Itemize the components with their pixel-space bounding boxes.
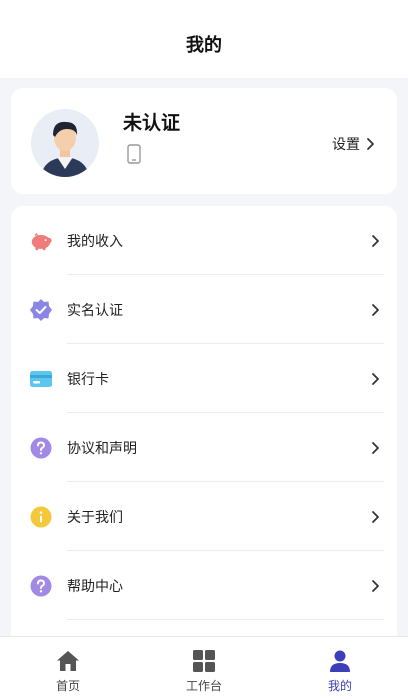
menu-item-help-center[interactable]: 帮助中心 xyxy=(11,551,397,620)
menu-list: 我的收入 实名认证 银行卡 协议和声明 关于我们 帮助中心 xyxy=(11,206,397,646)
menu-item-label: 我的收入 xyxy=(67,233,123,250)
bank-card-icon xyxy=(29,367,53,391)
menu-item-agreements[interactable]: 协议和声明 xyxy=(11,413,397,482)
menu-item-about-us[interactable]: 关于我们 xyxy=(11,482,397,551)
tab-label: 我的 xyxy=(327,679,352,693)
question-circle-icon xyxy=(29,436,53,460)
question-circle-icon xyxy=(29,574,53,598)
menu-item-label: 协议和声明 xyxy=(67,440,137,457)
profile-card[interactable]: 未认证 设置 xyxy=(11,88,397,194)
menu-item-label: 帮助中心 xyxy=(67,578,123,595)
menu-item-label: 银行卡 xyxy=(67,371,109,388)
menu-item-verification[interactable]: 实名认证 xyxy=(11,275,397,344)
top-header: 我的 xyxy=(0,0,408,78)
settings-label: 设置 xyxy=(332,137,360,153)
verified-badge-icon xyxy=(29,298,53,322)
menu-item-bank-card[interactable]: 银行卡 xyxy=(11,344,397,413)
page-title: 我的 xyxy=(186,35,222,56)
tab-home[interactable]: 首页 xyxy=(0,637,136,700)
menu-item-label: 关于我们 xyxy=(67,509,123,526)
chevron-right-icon xyxy=(372,441,379,454)
home-icon xyxy=(57,651,79,671)
tab-label: 工作台 xyxy=(185,679,222,693)
tab-workbench[interactable]: 工作台 xyxy=(136,637,272,700)
bottom-tab-bar: 首页 工作台 我的 xyxy=(0,636,408,700)
phone-icon xyxy=(127,144,141,164)
piggy-bank-icon xyxy=(29,229,53,253)
settings-link[interactable]: 设置 xyxy=(332,134,375,154)
user-icon xyxy=(330,650,350,672)
info-circle-icon xyxy=(29,505,53,529)
menu-item-income[interactable]: 我的收入 xyxy=(11,206,397,275)
chevron-right-icon xyxy=(372,372,379,385)
avatar[interactable] xyxy=(31,109,99,177)
chevron-right-icon xyxy=(372,579,379,592)
divider xyxy=(67,619,384,620)
tab-mine[interactable]: 我的 xyxy=(272,637,408,700)
chevron-right-icon xyxy=(372,303,379,316)
tab-label: 首页 xyxy=(55,679,80,693)
chevron-right-icon xyxy=(372,234,379,247)
grid-icon xyxy=(193,650,215,672)
chevron-right-icon xyxy=(372,510,379,523)
chevron-right-icon xyxy=(367,138,374,150)
profile-name: 未认证 xyxy=(123,112,181,134)
menu-item-label: 实名认证 xyxy=(67,302,123,319)
